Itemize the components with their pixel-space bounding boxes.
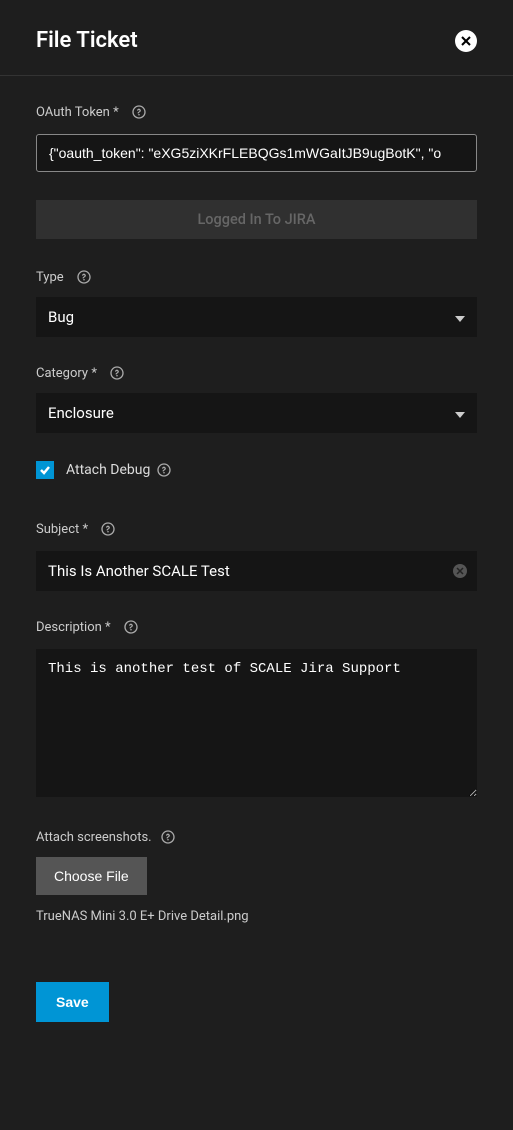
uploaded-filename: TrueNAS Mini 3.0 E+ Drive Detail.png: [36, 909, 477, 924]
category-required: *: [91, 366, 97, 381]
type-field-group: Type Bug: [36, 269, 477, 337]
screenshots-label-row: Attach screenshots.: [36, 829, 477, 845]
file-ticket-panel: File Ticket OAuth Token * Logged In To J…: [0, 0, 513, 1050]
type-help-icon[interactable]: [76, 269, 92, 285]
subject-label: Subject: [36, 522, 79, 537]
description-required: *: [105, 620, 111, 635]
description-label-row: Description *: [36, 619, 477, 635]
category-field-group: Category * Enclosure: [36, 365, 477, 433]
header: File Ticket: [0, 0, 513, 76]
type-label-row: Type: [36, 269, 477, 285]
oauth-label: OAuth Token: [36, 105, 110, 120]
close-icon: [459, 34, 473, 48]
subject-required: *: [82, 522, 88, 537]
screenshots-field-group: Attach screenshots. Choose File TrueNAS …: [36, 829, 477, 924]
category-value: Enclosure: [48, 404, 114, 422]
chevron-down-icon: [455, 308, 465, 326]
subject-input[interactable]: This Is Another SCALE Test: [48, 562, 439, 580]
login-status: Logged In To JIRA: [36, 200, 477, 239]
type-select[interactable]: Bug: [36, 297, 477, 337]
form: OAuth Token * Logged In To JIRA Type Bug: [0, 76, 513, 1050]
close-button[interactable]: [455, 30, 477, 52]
check-icon: [39, 464, 51, 476]
description-textarea[interactable]: [36, 649, 477, 797]
chevron-down-icon: [455, 404, 465, 422]
category-label: Category: [36, 366, 88, 381]
category-select[interactable]: Enclosure: [36, 393, 477, 433]
subject-wrapper: This Is Another SCALE Test: [36, 551, 477, 591]
oauth-help-icon[interactable]: [131, 104, 147, 120]
category-label-row: Category *: [36, 365, 477, 381]
subject-clear-button[interactable]: [453, 564, 467, 578]
type-label: Type: [36, 270, 64, 285]
attach-debug-checkbox[interactable]: [36, 461, 54, 479]
subject-field-group: Subject * This Is Another SCALE Test: [36, 521, 477, 591]
screenshots-help-icon[interactable]: [160, 829, 176, 845]
save-button[interactable]: Save: [36, 982, 109, 1022]
subject-help-icon[interactable]: [100, 521, 116, 537]
attach-debug-row: Attach Debug: [36, 461, 477, 479]
oauth-field-group: OAuth Token *: [36, 104, 477, 172]
subject-label-row: Subject *: [36, 521, 477, 537]
oauth-input[interactable]: [36, 134, 477, 172]
clear-icon: [456, 567, 464, 575]
description-field-group: Description *: [36, 619, 477, 801]
screenshots-label: Attach screenshots.: [36, 830, 152, 845]
description-help-icon[interactable]: [123, 619, 139, 635]
description-label: Description: [36, 620, 102, 635]
oauth-label-row: OAuth Token *: [36, 104, 477, 120]
choose-file-button[interactable]: Choose File: [36, 857, 147, 895]
type-value: Bug: [48, 308, 74, 326]
attach-debug-help-icon[interactable]: [156, 462, 172, 478]
attach-debug-label: Attach Debug: [66, 462, 150, 478]
category-help-icon[interactable]: [109, 365, 125, 381]
page-title: File Ticket: [36, 28, 138, 53]
oauth-required: *: [113, 105, 119, 120]
